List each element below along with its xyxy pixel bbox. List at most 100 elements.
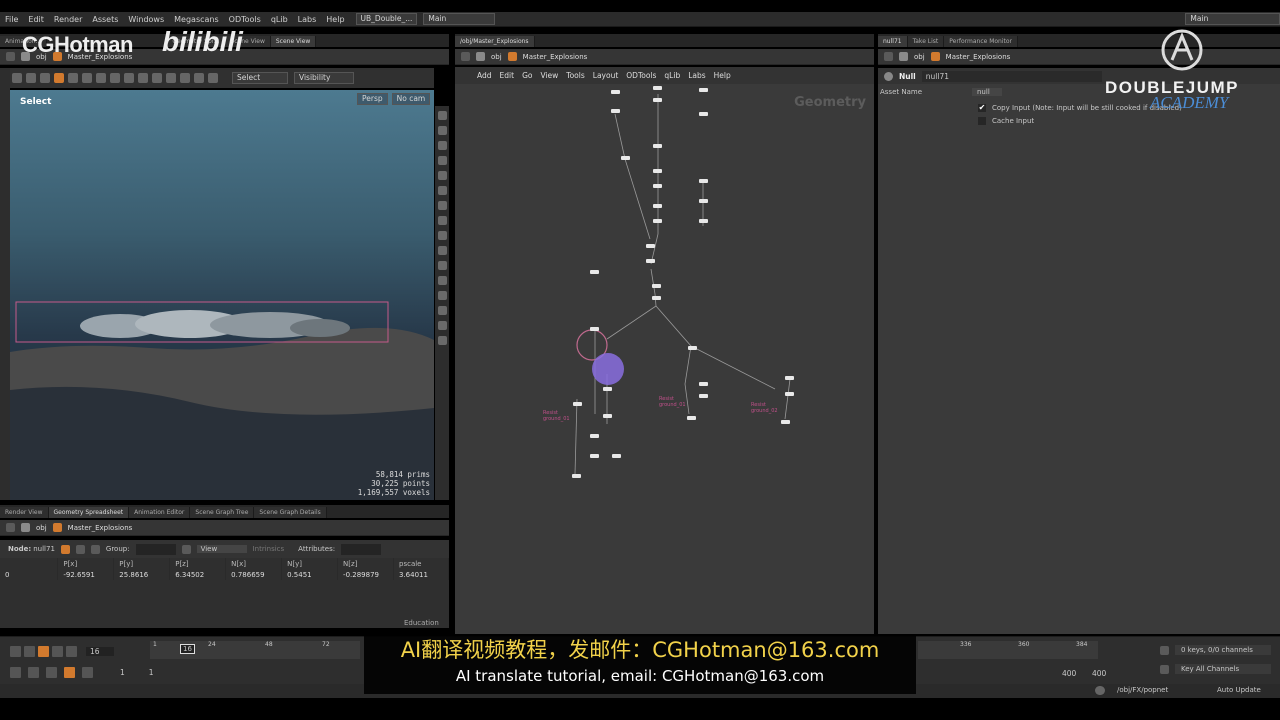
network-node[interactable] xyxy=(646,244,655,248)
net-menu-odtools[interactable]: ODTools xyxy=(626,71,656,80)
path-context[interactable]: obj xyxy=(914,53,925,61)
path-network[interactable]: Master_Explosions xyxy=(523,53,588,61)
network-node[interactable] xyxy=(590,270,599,274)
network-node[interactable] xyxy=(603,414,612,418)
range-start-2[interactable]: 1 xyxy=(149,668,154,677)
shading-icon[interactable] xyxy=(437,156,447,165)
path-context[interactable]: obj xyxy=(491,53,502,61)
network-node[interactable] xyxy=(699,219,708,223)
menu-odtools[interactable]: ODTools xyxy=(224,12,266,27)
network-node[interactable] xyxy=(612,454,621,458)
prim-select-icon[interactable] xyxy=(180,73,190,83)
points-attrib-icon[interactable] xyxy=(60,544,70,554)
settings-icon[interactable] xyxy=(82,667,93,678)
loop-icon[interactable] xyxy=(46,667,57,678)
desktop-file-dropdown[interactable]: UB_Double_... xyxy=(355,13,418,25)
network-node[interactable] xyxy=(572,474,581,478)
prims-attrib-icon[interactable] xyxy=(90,544,100,554)
network-node[interactable] xyxy=(653,144,662,148)
tab-network-path[interactable]: /obj/Master_Explosions xyxy=(455,36,535,47)
tab-performance-monitor[interactable]: Performance Monitor xyxy=(944,36,1019,47)
network-node[interactable] xyxy=(652,296,661,300)
network-node[interactable] xyxy=(699,382,708,386)
scale-icon[interactable] xyxy=(96,73,106,83)
network-node[interactable] xyxy=(653,184,662,188)
home-icon[interactable] xyxy=(437,276,447,285)
snap-icon[interactable] xyxy=(437,186,447,195)
path-network[interactable]: Master_Explosions xyxy=(68,524,133,532)
col-index[interactable] xyxy=(0,558,59,569)
render-icon[interactable] xyxy=(437,336,447,345)
network-node[interactable] xyxy=(653,169,662,173)
filter-icon[interactable] xyxy=(181,544,191,554)
stop-icon[interactable] xyxy=(38,646,49,657)
node-name-field[interactable]: null71 xyxy=(921,70,1102,82)
menu-qlib[interactable]: qLib xyxy=(266,12,293,27)
spreadsheet-table-area[interactable]: P[x] P[y] P[z] N[x] N[y] N[z] pscale 0 -… xyxy=(0,558,449,628)
net-menu-layout[interactable]: Layout xyxy=(593,71,619,80)
select-tool-icon[interactable] xyxy=(54,73,64,83)
menu-file[interactable]: File xyxy=(0,12,23,27)
col-nx[interactable]: N[x] xyxy=(225,558,283,569)
tab-scene-graph-details[interactable]: Scene Graph Details xyxy=(254,507,327,518)
camera-icon[interactable] xyxy=(437,126,447,135)
key-all-channels-button[interactable]: Key All Channels xyxy=(1175,664,1271,674)
tab-scene-view-2[interactable]: Scene View xyxy=(270,36,317,47)
net-menu-edit[interactable]: Edit xyxy=(500,71,515,80)
menu-render[interactable]: Render xyxy=(49,12,87,27)
channels-icon[interactable] xyxy=(1160,645,1169,655)
network-node[interactable] xyxy=(653,86,662,90)
menu-assets[interactable]: Assets xyxy=(87,12,123,27)
audio-icon[interactable] xyxy=(28,667,39,678)
attributes-field[interactable] xyxy=(341,543,382,555)
network-node[interactable] xyxy=(699,179,708,183)
table-row[interactable]: 0 -92.6591 25.8616 6.34502 0.786659 0.54… xyxy=(0,569,449,580)
play-reverse-icon[interactable] xyxy=(24,646,35,657)
network-node[interactable] xyxy=(590,454,599,458)
network-node[interactable] xyxy=(653,98,662,102)
net-menu-view[interactable]: View xyxy=(540,71,558,80)
sphere-icon[interactable] xyxy=(26,73,36,83)
network-node[interactable] xyxy=(699,394,708,398)
jump-start-icon[interactable] xyxy=(10,646,21,657)
current-frame-field[interactable]: 16 xyxy=(86,647,114,656)
menu-edit[interactable]: Edit xyxy=(23,12,49,27)
menu-megascans[interactable]: Megascans xyxy=(169,12,224,27)
range-end-2[interactable]: 400 xyxy=(1092,669,1106,678)
intrinsics-dropdown[interactable]: Intrinsics xyxy=(253,545,285,553)
ortho-icon[interactable] xyxy=(437,306,447,315)
rotate-icon[interactable] xyxy=(82,73,92,83)
net-menu-labs[interactable]: Labs xyxy=(688,71,705,80)
network-node[interactable] xyxy=(688,346,697,350)
path-network[interactable]: Master_Explosions xyxy=(946,53,1011,61)
tab-animation-editor[interactable]: Animation Editor xyxy=(129,507,191,518)
frame-icon[interactable] xyxy=(437,291,447,300)
network-node[interactable] xyxy=(621,156,630,160)
copy-input-checkbox[interactable]: ✔ xyxy=(978,104,986,112)
handle-icon[interactable] xyxy=(110,73,120,83)
auto-update-dropdown[interactable]: Auto Update xyxy=(1217,686,1261,694)
move-icon[interactable] xyxy=(68,73,78,83)
group-field[interactable] xyxy=(135,543,176,555)
tab-null71[interactable]: null71 xyxy=(878,36,908,47)
back-arrow-icon[interactable] xyxy=(6,52,15,61)
col-pscale[interactable]: pscale xyxy=(393,558,449,569)
grid-icon[interactable] xyxy=(12,73,22,83)
network-node[interactable] xyxy=(699,199,708,203)
network-node[interactable] xyxy=(785,376,794,380)
playhead-frame[interactable]: 16 xyxy=(180,644,195,654)
grid-toggle-icon[interactable] xyxy=(437,216,447,225)
network-node[interactable] xyxy=(611,90,620,94)
key-icon[interactable] xyxy=(1160,664,1169,674)
ghost-icon[interactable] xyxy=(437,201,447,210)
net-menu-help[interactable]: Help xyxy=(714,71,731,80)
network-node[interactable] xyxy=(646,259,655,263)
timeline-ruler-right[interactable]: 336 360 384 xyxy=(918,641,1098,659)
tab-scene-graph-tree[interactable]: Scene Graph Tree xyxy=(190,507,255,518)
vertices-attrib-icon[interactable] xyxy=(75,544,85,554)
pose-icon[interactable] xyxy=(124,73,134,83)
sticky-note-2[interactable]: Resist ground_01 xyxy=(659,396,686,408)
network-editor[interactable]: Geometry Resist ground_01 Resist ground_… xyxy=(455,84,874,634)
object-select-icon[interactable] xyxy=(208,73,218,83)
network-node[interactable] xyxy=(611,109,620,113)
